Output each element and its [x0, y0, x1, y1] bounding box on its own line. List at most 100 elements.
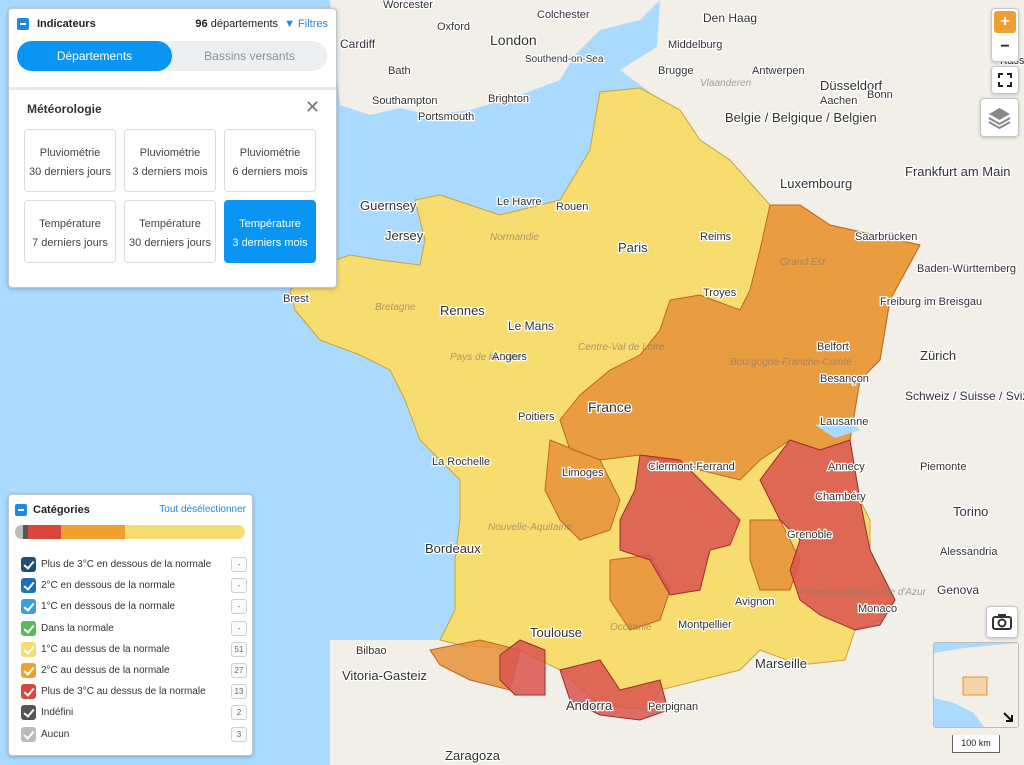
map-label: Grenoble: [787, 529, 832, 541]
tile-line1: Pluviométrie: [39, 147, 101, 159]
region-label: Pays de la Loire: [450, 352, 522, 363]
category-item[interactable]: Plus de 3°C en dessous de la normale -: [21, 555, 247, 574]
category-count: 3: [231, 726, 247, 742]
map-label: Brighton: [488, 93, 529, 105]
map-label: Cardiff: [340, 37, 376, 51]
fullscreen-button[interactable]: [991, 66, 1019, 94]
overview-minimap[interactable]: [933, 642, 1019, 728]
map-label: Oxford: [437, 21, 470, 33]
tile-line2: 30 derniers jours: [29, 166, 111, 178]
category-item[interactable]: 1°C au dessus de la normale 51: [21, 640, 247, 659]
category-label: 1°C au dessus de la normale: [41, 643, 170, 655]
map-label: Bath: [388, 65, 411, 77]
category-item[interactable]: Dans la normale -: [21, 619, 247, 638]
scale-bar: 100 km: [952, 735, 1000, 753]
checkbox[interactable]: [21, 599, 36, 615]
map-label: Antwerpen: [752, 65, 805, 77]
tab-departements[interactable]: Départements: [17, 41, 172, 71]
map-label: Monaco: [858, 603, 897, 615]
map-label: Worcester: [383, 0, 433, 11]
screenshot-button[interactable]: [986, 606, 1018, 638]
category-item[interactable]: 2°C en dessous de la normale -: [21, 576, 247, 595]
map-label: Clermont-Ferrand: [648, 461, 735, 473]
category-item[interactable]: 2°C au dessus de la normale 27: [21, 661, 247, 680]
category-count: 2: [231, 705, 247, 721]
zoom-out-button[interactable]: −: [992, 35, 1018, 59]
checkbox[interactable]: [21, 705, 36, 721]
indicator-tile[interactable]: Température 7 derniers jours: [24, 200, 116, 263]
map-label: Limoges: [562, 467, 604, 479]
filters-button[interactable]: ▼ Filtres: [284, 18, 328, 30]
map-label: Aachen: [820, 95, 857, 107]
checkbox[interactable]: [21, 663, 36, 678]
tile-line1: Pluviométrie: [139, 147, 201, 159]
indicator-tile[interactable]: Pluviométrie 3 derniers mois: [124, 129, 216, 192]
map-label: Besançon: [820, 373, 869, 385]
map-label: Baden-Württemberg: [917, 263, 1016, 275]
zoom-control: + −: [991, 8, 1019, 62]
category-distribution-bar: [15, 525, 245, 539]
tile-line2: 3 derniers mois: [132, 166, 208, 178]
map-label: Portsmouth: [418, 111, 474, 123]
tile-line2: 30 derniers jours: [129, 237, 211, 249]
category-label: Aucun: [41, 728, 70, 740]
map-label: Freiburg im Breisgau: [880, 296, 982, 308]
map-label: Bilbao: [356, 645, 387, 657]
map-label: Reims: [700, 231, 732, 243]
map-label: Brugge: [658, 65, 693, 77]
tile-line1: Température: [139, 218, 201, 230]
map-label: Zaragoza: [445, 748, 501, 763]
indicator-tile[interactable]: Température 30 derniers jours: [124, 200, 216, 263]
checkbox[interactable]: [21, 578, 36, 594]
layers-icon: [988, 108, 1011, 130]
close-icon[interactable]: ✕: [305, 97, 320, 118]
region-label: Centre-Val de Loire: [578, 342, 665, 353]
indicator-tile[interactable]: Pluviométrie 30 derniers jours: [24, 129, 116, 192]
region-label: Vlaanderen: [700, 78, 752, 89]
category-item[interactable]: Aucun 3: [21, 725, 247, 744]
indicator-tile[interactable]: Pluviométrie 6 derniers mois: [224, 129, 316, 192]
map-label: Vitoria-Gasteiz: [342, 668, 427, 683]
region-label: Nouvelle-Aquitaine: [488, 522, 572, 533]
map-label: Saarbrücken: [855, 231, 917, 243]
map-label: Toulouse: [530, 625, 582, 640]
checkbox[interactable]: [21, 684, 36, 700]
region-label: Occitanie: [610, 622, 652, 633]
region-label: Bourgogne-Franche-Comté: [730, 357, 852, 368]
map-label: Rennes: [440, 303, 485, 318]
category-item[interactable]: 1°C en dessous de la normale -: [21, 597, 247, 616]
collapse-icon[interactable]: [15, 504, 27, 516]
category-label: Plus de 3°C au dessus de la normale: [41, 686, 206, 698]
map-label: Avignon: [735, 596, 775, 608]
departments-count: 96 départements: [195, 18, 278, 30]
checkbox[interactable]: [21, 726, 36, 742]
map-label: London: [490, 32, 537, 48]
region-label: Bretagne: [375, 302, 416, 313]
map-label: Torino: [953, 504, 988, 519]
map-label: Poitiers: [518, 411, 555, 423]
checkbox[interactable]: [21, 557, 36, 572]
map-label: France: [588, 399, 632, 415]
tab-bassins-versants[interactable]: Bassins versants: [172, 41, 327, 71]
layers-button[interactable]: [980, 98, 1019, 137]
tile-line2: 3 derniers mois: [232, 237, 308, 249]
bar-plus2: [61, 525, 125, 539]
map-label: Southampton: [372, 95, 437, 107]
bar-aucun: [15, 525, 23, 539]
map-label: Troyes: [703, 287, 737, 299]
divider: [9, 87, 336, 90]
checkbox[interactable]: [21, 641, 36, 657]
checkbox[interactable]: [21, 620, 36, 636]
category-item[interactable]: Plus de 3°C au dessus de la normale 13: [21, 682, 247, 701]
indicators-title: Indicateurs: [37, 18, 96, 30]
map-label: Paris: [618, 240, 648, 255]
collapse-icon[interactable]: [17, 18, 29, 30]
map-label: Perpignan: [648, 701, 698, 713]
map-label: Rouen: [556, 201, 588, 213]
category-label: Plus de 3°C en dessous de la normale: [41, 559, 212, 570]
deselect-all-link[interactable]: Tout désélectionner: [159, 504, 246, 515]
category-item[interactable]: Indéfini 2: [21, 703, 247, 722]
map-label: Belgie / Belgique / Belgien: [725, 110, 877, 125]
zoom-in-button[interactable]: +: [994, 11, 1016, 33]
indicator-tile[interactable]: Température 3 derniers mois: [224, 200, 316, 263]
